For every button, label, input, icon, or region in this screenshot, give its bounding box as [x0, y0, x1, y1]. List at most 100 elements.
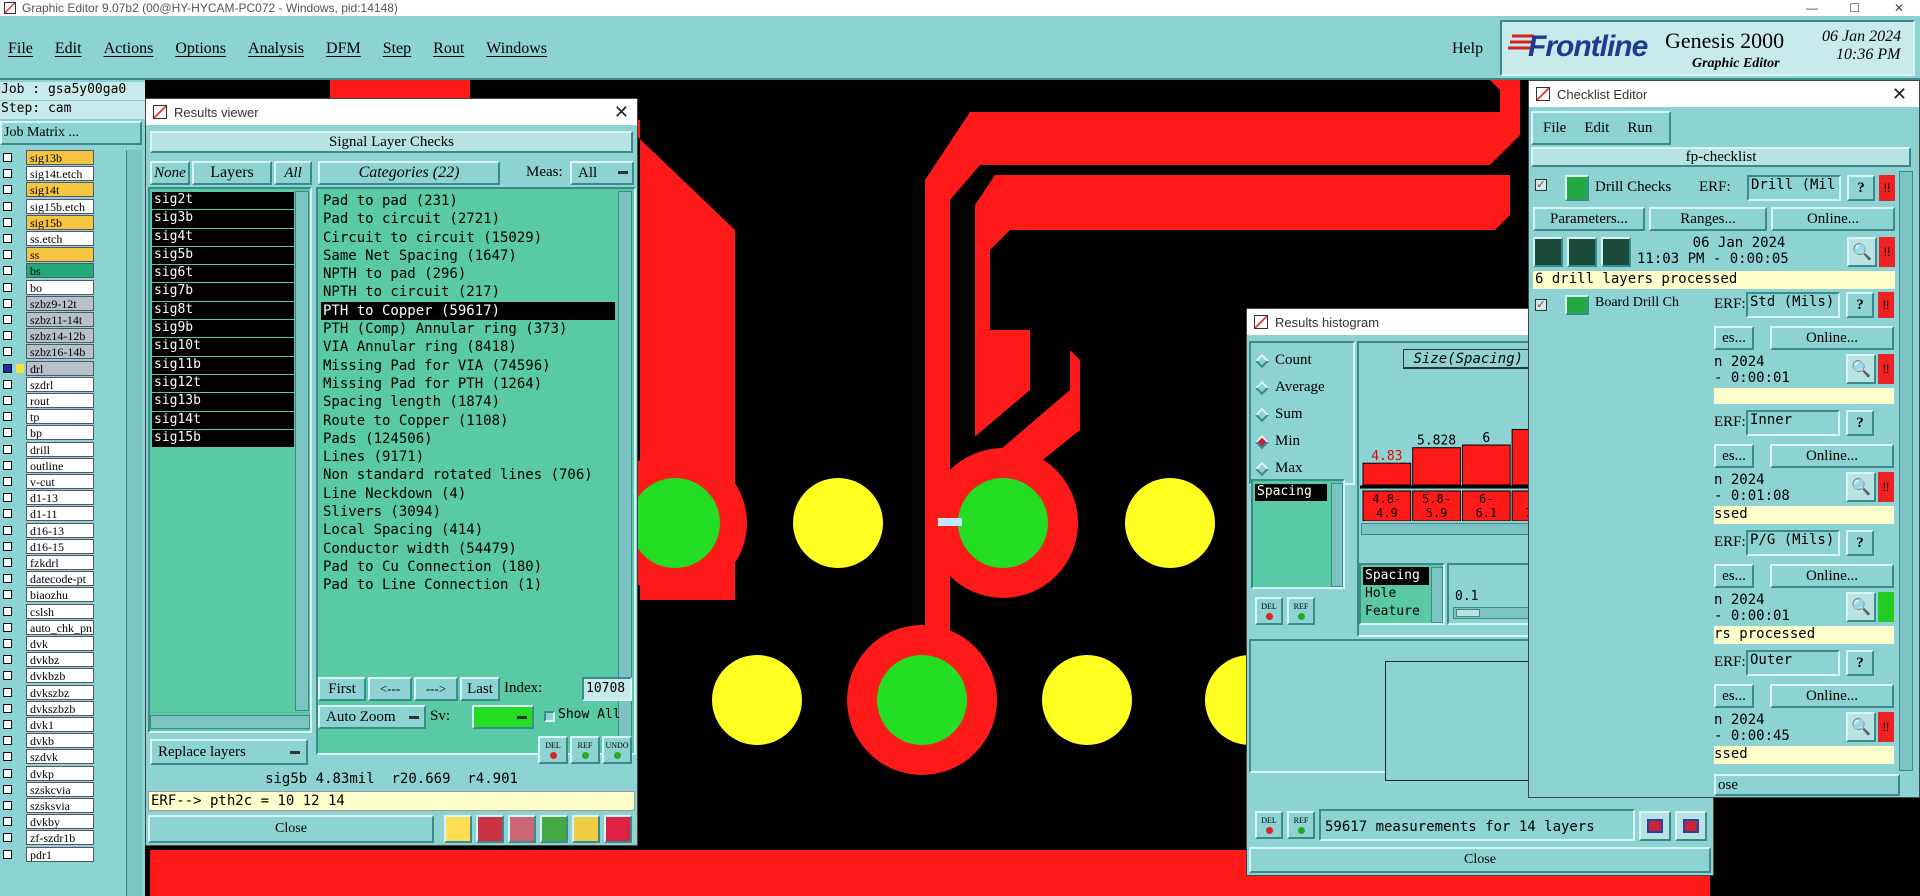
- layer-row[interactable]: drl: [0, 360, 116, 377]
- layer-visible-checkbox[interactable]: [3, 801, 12, 810]
- layer-affected-indicator[interactable]: [16, 509, 24, 518]
- layer-affected-indicator[interactable]: [16, 688, 24, 697]
- layer-affected-indicator[interactable]: [16, 461, 24, 470]
- layer-visible-checkbox[interactable]: [3, 703, 12, 713]
- layer-row[interactable]: sig15b: [0, 214, 116, 231]
- window-title-bar[interactable]: Graphic Editor 9.07b2 (00@HY-HYCAM-PC072…: [0, 0, 1920, 16]
- ranges-button-fragment[interactable]: es...: [1714, 684, 1754, 708]
- category-item[interactable]: Pad to circuit (2721): [321, 210, 615, 228]
- layer-row[interactable]: outline: [0, 457, 116, 474]
- layer-row[interactable]: biaozhu: [0, 587, 116, 603]
- layer-row[interactable]: sig13b: [0, 150, 116, 166]
- histogram-icon[interactable]: [604, 815, 632, 843]
- close-icon[interactable]: ✕: [614, 102, 629, 123]
- category-item[interactable]: PTH (Comp) Annular ring (373): [321, 320, 615, 338]
- layer-affected-indicator[interactable]: [16, 234, 24, 243]
- menu-windows[interactable]: Windows: [486, 40, 547, 62]
- layer-row[interactable]: szdrl: [0, 376, 116, 393]
- layer-row[interactable]: cslsh: [0, 603, 116, 620]
- layer-visible-checkbox[interactable]: [3, 768, 12, 778]
- layer-row[interactable]: szsksvia: [0, 798, 116, 814]
- layer-affected-indicator[interactable]: [16, 736, 24, 745]
- report-icon[interactable]: [572, 815, 600, 843]
- results-layer-item[interactable]: sig12t: [152, 374, 294, 394]
- help-menu[interactable]: Help: [1452, 40, 1483, 58]
- parameters-button[interactable]: Parameters...: [1533, 207, 1645, 231]
- layer-visible-checkbox[interactable]: [3, 752, 12, 762]
- layer-row[interactable]: szskcvia: [0, 781, 116, 798]
- layer-visible-checkbox[interactable]: [3, 817, 12, 827]
- layer-row[interactable]: dvkbz: [0, 652, 116, 668]
- erf-help-button[interactable]: ?: [1846, 410, 1874, 436]
- layer-row[interactable]: szbz14-12b: [0, 328, 116, 344]
- layer-visible-checkbox[interactable]: [3, 266, 12, 276]
- layer-row[interactable]: dvkby: [0, 814, 116, 830]
- preview-ref-button[interactable]: REF: [1287, 811, 1315, 839]
- mode-sum-radio[interactable]: Sum: [1254, 401, 1353, 428]
- menu-file[interactable]: File: [8, 40, 33, 62]
- layer-affected-indicator[interactable]: [16, 655, 24, 664]
- layer-visible-checkbox[interactable]: [3, 639, 12, 648]
- layer-visible-checkbox[interactable]: [3, 331, 12, 341]
- layer-visible-checkbox[interactable]: [3, 298, 12, 308]
- layer-visible-checkbox[interactable]: [3, 622, 12, 632]
- export-icon[interactable]: [1639, 811, 1671, 841]
- layer-affected-indicator[interactable]: [16, 671, 24, 680]
- category-item[interactable]: VIA Annular ring (8418): [321, 338, 615, 356]
- menu-actions[interactable]: Actions: [104, 40, 154, 62]
- layer-visible-checkbox[interactable]: [3, 217, 12, 227]
- field-list-scrollbar[interactable]: [1331, 483, 1343, 587]
- layer-affected-indicator[interactable]: [16, 752, 24, 761]
- menu-dfm[interactable]: DFM: [326, 40, 361, 62]
- slider-thumb[interactable]: [1456, 609, 1480, 617]
- results-layer-item[interactable]: sig13b: [152, 393, 294, 412]
- layer-affected-indicator[interactable]: [16, 445, 24, 454]
- layer-visible-checkbox[interactable]: [3, 574, 12, 584]
- results-layer-item[interactable]: sig7b: [152, 283, 294, 302]
- undo-button[interactable]: UNDO: [602, 736, 632, 764]
- category-item[interactable]: NPTH to circuit (217): [321, 283, 615, 301]
- layer-row[interactable]: dvk: [0, 636, 116, 652]
- layer-visible-checkbox[interactable]: [3, 315, 12, 324]
- layer-visible-checkbox[interactable]: [3, 509, 12, 519]
- minimize-icon[interactable]: —: [1806, 0, 1818, 16]
- layer-row[interactable]: bp: [0, 425, 116, 441]
- mode-count-radio[interactable]: Count: [1254, 347, 1353, 374]
- board-drill-checkbox[interactable]: ✓: [1535, 299, 1547, 311]
- layer-visible-checkbox[interactable]: [3, 655, 12, 665]
- res-list-item[interactable]: Feature: [1363, 603, 1429, 621]
- category-item[interactable]: Pads (124506): [321, 430, 615, 448]
- menu-analysis[interactable]: Analysis: [248, 40, 304, 62]
- layer-row[interactable]: zf-szdr1b: [0, 830, 116, 846]
- layer-list-hscroll[interactable]: [150, 715, 310, 729]
- close-icon[interactable]: ✕: [1892, 84, 1907, 105]
- checklist-scrollbar[interactable]: [1899, 171, 1913, 771]
- erf-outer-input[interactable]: Outer: [1746, 650, 1840, 676]
- checklist-menu-edit[interactable]: Edit: [1584, 120, 1609, 137]
- ranges-button[interactable]: Ranges...: [1649, 207, 1767, 231]
- category-item[interactable]: Slivers (3094): [321, 503, 615, 521]
- mode-average-radio[interactable]: Average: [1254, 374, 1353, 401]
- preview-del-button[interactable]: DEL: [1255, 811, 1283, 839]
- erf-inner-input[interactable]: Inner: [1746, 410, 1840, 436]
- index-input[interactable]: 10708: [582, 677, 632, 701]
- category-item[interactable]: Missing Pad for VIA (74596): [321, 357, 615, 375]
- results-layer-item[interactable]: sig2t: [152, 192, 294, 211]
- results-layer-item[interactable]: sig4t: [152, 228, 294, 247]
- layer-affected-indicator[interactable]: [16, 315, 24, 324]
- online-button[interactable]: Online...: [1770, 326, 1894, 350]
- zoom-icon[interactable]: 🔍: [1847, 237, 1877, 267]
- layer-row[interactable]: datecode-pt: [0, 571, 116, 587]
- layer-visible-checkbox[interactable]: [3, 444, 12, 454]
- layer-affected-indicator[interactable]: [16, 493, 24, 502]
- zoom-icon[interactable]: 🔍: [1846, 472, 1876, 502]
- layer-row[interactable]: szdvk: [0, 749, 116, 765]
- results-layer-item[interactable]: sig3b: [152, 210, 294, 229]
- zoom-icon[interactable]: 🔍: [1846, 354, 1876, 384]
- ranges-button-fragment[interactable]: es...: [1714, 564, 1754, 588]
- layer-visible-checkbox[interactable]: [3, 250, 12, 260]
- online-button[interactable]: Online...: [1770, 684, 1894, 708]
- layer-visible-checkbox[interactable]: [3, 541, 12, 551]
- next-button[interactable]: --->: [414, 677, 458, 701]
- category-item[interactable]: Conductor width (54479): [321, 540, 615, 558]
